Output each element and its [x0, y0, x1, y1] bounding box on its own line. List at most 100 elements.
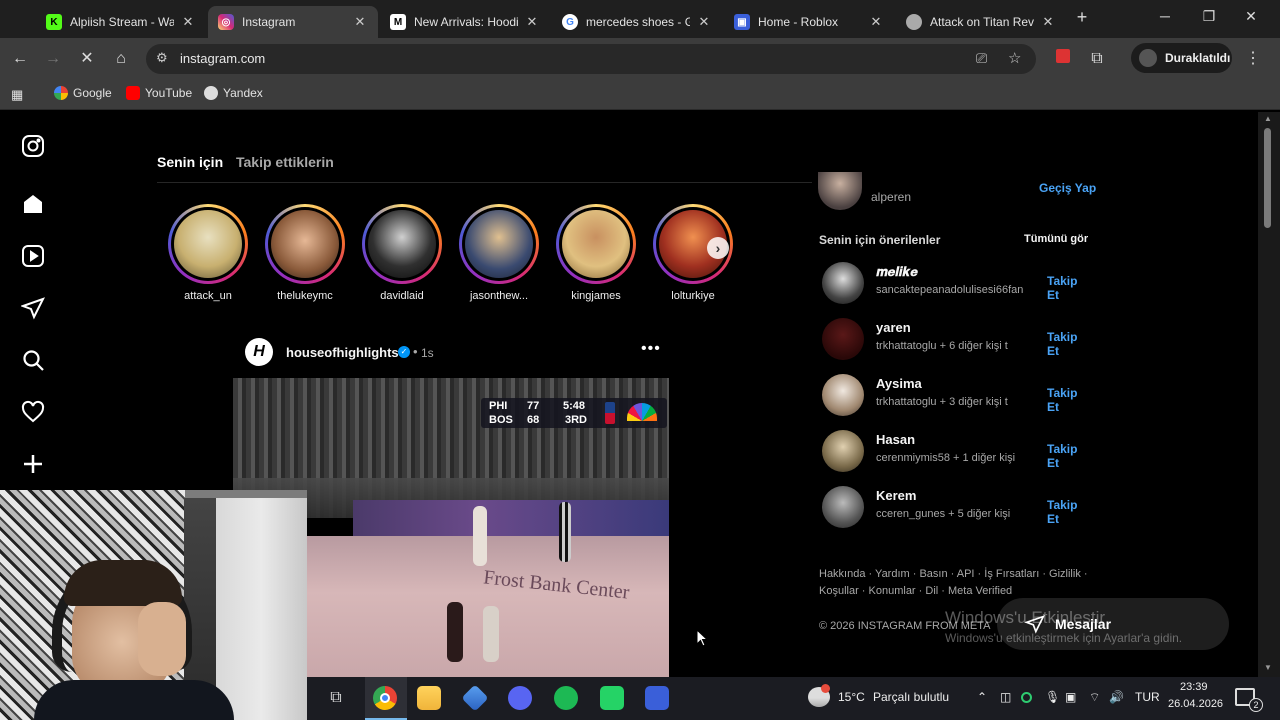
bookmark-star-icon[interactable]: ☆ [1008, 49, 1021, 67]
story-item[interactable]: davidlaid [362, 204, 442, 302]
restore-icon[interactable]: ❐ [1194, 8, 1224, 25]
suggestion-name[interactable]: yaren [876, 320, 911, 335]
store-icon: M [390, 14, 406, 30]
direct-messages-icon[interactable] [21, 296, 45, 320]
post-options-icon[interactable]: ••• [641, 340, 661, 358]
suggestion-avatar[interactable] [822, 318, 864, 360]
tab-following[interactable]: Takip ettiklerin [236, 154, 334, 170]
nba-logo-icon [605, 402, 615, 424]
suggestion-avatar[interactable] [822, 262, 864, 304]
address-bar[interactable]: ⚙ instagram.com ⎚ ☆ [146, 44, 1036, 74]
file-explorer-icon[interactable] [417, 686, 441, 710]
status-dot-icon[interactable] [1021, 692, 1032, 703]
device-icon[interactable]: ▣ [1065, 690, 1076, 704]
roblox-icon[interactable] [645, 686, 669, 710]
suggestion-avatar[interactable] [822, 374, 864, 416]
scrollbar-thumb[interactable] [1264, 128, 1271, 228]
notifications-heart-icon[interactable] [21, 400, 45, 424]
microphone-icon[interactable]: 🎙 [1045, 690, 1060, 704]
tray-expand-icon[interactable]: ⌃ [977, 690, 987, 704]
tab-for-you[interactable]: Senin için [157, 154, 223, 170]
suggestion-item: 𝒎𝒆𝒍𝒊𝒌𝒆 sancaktepeanadolulisesi66fan Taki… [822, 262, 1092, 306]
suggestion-name[interactable]: Aysima [876, 376, 922, 391]
extensions-icon[interactable]: ⧉ [1086, 48, 1108, 70]
windows-taskbar: ⧉ 15°C Parçalı bulutlu ⌃ ◫ 🎙 ▣ ⌔ 🔊 TUR 2… [307, 677, 1280, 720]
close-tab-icon[interactable]: ✕ [696, 14, 712, 30]
pdf-extension-icon[interactable] [1052, 48, 1074, 70]
scroll-up-icon[interactable]: ▲ [1264, 114, 1272, 123]
minimize-icon[interactable]: ─ [1150, 8, 1180, 24]
tab-kick[interactable]: K Alpiish Stream - Watc ✕ [36, 6, 206, 38]
page-scrollbar[interactable]: ▲ ▼ [1258, 112, 1280, 677]
suggestion-name[interactable]: Hasan [876, 432, 915, 447]
current-user-avatar[interactable] [818, 172, 862, 210]
tab-google-search[interactable]: G mercedes shoes - Go ✕ [552, 6, 722, 38]
story-item[interactable]: kingjames [556, 204, 636, 302]
bookmark-youtube[interactable]: YouTube [126, 86, 192, 100]
suggestion-name[interactable]: Kerem [876, 488, 916, 503]
tab-attack-on-titan[interactable]: Attack on Titan Revol ✕ [896, 6, 1066, 38]
clock-time[interactable]: 23:39 [1180, 681, 1208, 693]
story-item[interactable]: attack_un [168, 204, 248, 302]
create-plus-icon[interactable] [21, 452, 45, 476]
story-item[interactable]: jasonthew... [459, 204, 539, 302]
menu-icon[interactable]: ⋮ [1242, 48, 1264, 70]
close-tab-icon[interactable]: ✕ [524, 14, 540, 30]
clock-date[interactable]: 26.04.2026 [1168, 698, 1223, 710]
home-icon[interactable]: ⌂ [110, 48, 132, 70]
follow-button[interactable]: Takip Et [1047, 330, 1092, 358]
suggestion-avatar[interactable] [822, 430, 864, 472]
follow-button[interactable]: Takip Et [1047, 442, 1092, 470]
suggestion-avatar[interactable] [822, 486, 864, 528]
whatsapp-icon[interactable] [600, 686, 624, 710]
follow-button[interactable]: Takip Et [1047, 498, 1092, 526]
tab-store[interactable]: M New Arrivals: Hoodie ✕ [380, 6, 550, 38]
discord-icon[interactable] [508, 686, 532, 710]
chrome-icon[interactable] [373, 686, 397, 710]
bookmark-google[interactable]: Google [54, 86, 112, 100]
site-info-icon[interactable]: ⚙ [156, 50, 168, 66]
post-author-name[interactable]: houseofhighlights [286, 345, 399, 360]
stop-loading-icon[interactable]: ✕ [76, 48, 98, 70]
post-author-avatar[interactable]: H [245, 338, 273, 366]
search-icon[interactable] [21, 348, 45, 372]
volume-icon[interactable]: 🔊 [1109, 690, 1124, 704]
meet-now-icon[interactable]: ◫ [1000, 690, 1011, 704]
install-app-icon[interactable]: ⎚ [976, 50, 987, 67]
stories-next-arrow-icon[interactable]: › [707, 237, 729, 259]
switch-account-link[interactable]: Geçiş Yap [1039, 181, 1096, 195]
close-window-icon[interactable]: ✕ [1236, 8, 1266, 25]
weather-temp[interactable]: 15°C [838, 690, 865, 704]
close-tab-icon[interactable]: ✕ [868, 14, 884, 30]
weather-desc[interactable]: Parçalı bulutlu [873, 690, 949, 704]
tab-roblox[interactable]: ▣ Home - Roblox ✕ [724, 6, 894, 38]
language-indicator[interactable]: TUR [1135, 690, 1160, 704]
footer-links[interactable]: Hakkında · Yardım · Basın · API · İş Fır… [819, 568, 1088, 580]
apps-icon[interactable]: ▦ [11, 87, 23, 103]
reels-icon[interactable] [21, 244, 45, 268]
scroll-down-icon[interactable]: ▼ [1264, 663, 1272, 672]
close-tab-icon[interactable]: ✕ [180, 14, 196, 30]
back-icon[interactable]: ← [9, 48, 31, 70]
close-tab-icon[interactable]: ✕ [352, 14, 368, 30]
network-icon[interactable]: ⌔ [1089, 690, 1100, 705]
tab-instagram[interactable]: ◎ Instagram ✕ [208, 6, 378, 38]
see-all-link[interactable]: Tümünü gör [1024, 233, 1088, 245]
bookmarks-bar: ▦ Google YouTube Yandex [0, 80, 1280, 110]
new-tab-icon[interactable]: + [1067, 7, 1097, 28]
snipping-tool-icon[interactable] [461, 684, 489, 712]
follow-button[interactable]: Takip Et [1047, 274, 1092, 302]
bookmark-yandex[interactable]: Yandex [204, 86, 263, 100]
spotify-icon[interactable] [554, 686, 578, 710]
follow-button[interactable]: Takip Et [1047, 386, 1092, 414]
close-tab-icon[interactable]: ✕ [1040, 14, 1056, 30]
task-view-icon[interactable]: ⧉ [324, 686, 348, 710]
story-item[interactable]: thelukeymc [265, 204, 345, 302]
instagram-logo-icon[interactable] [21, 134, 45, 158]
game-period: 3RD [565, 414, 588, 426]
profile-button[interactable]: Duraklatıldı [1131, 43, 1232, 73]
home-icon[interactable] [21, 192, 45, 216]
suggestion-name[interactable]: 𝒎𝒆𝒍𝒊𝒌𝒆 [876, 264, 918, 280]
forward-icon[interactable]: → [42, 48, 64, 70]
footer-links[interactable]: Koşullar · Konumlar · Dil · Meta Verifie… [819, 585, 1012, 597]
